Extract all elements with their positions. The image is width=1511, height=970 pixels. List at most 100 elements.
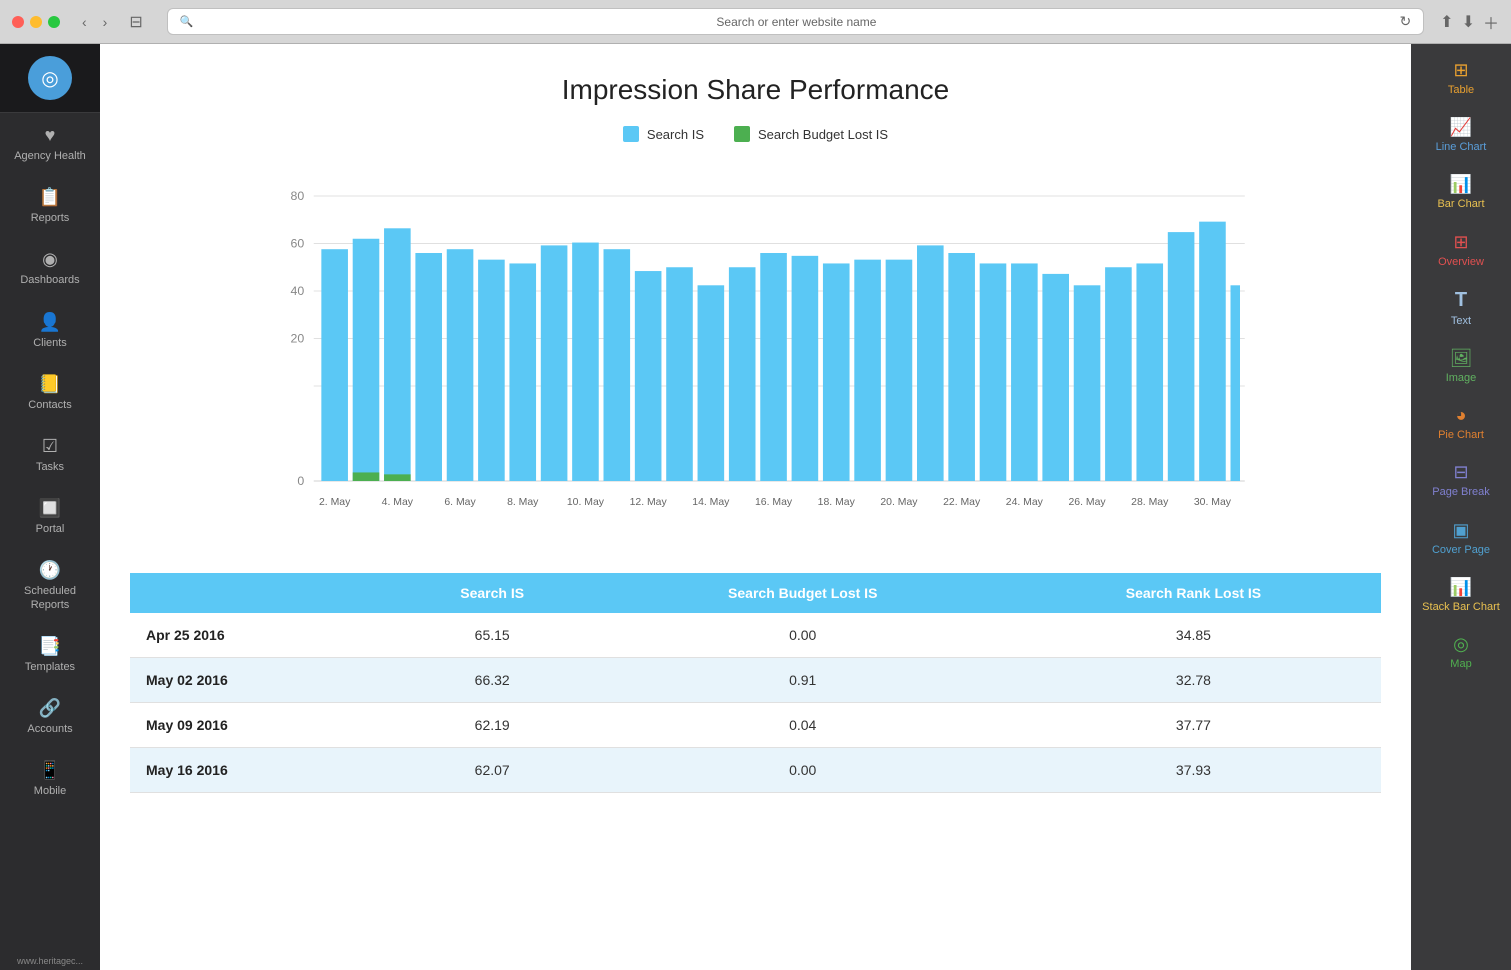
table-header-date [130,573,385,613]
svg-text:20. May: 20. May [880,497,918,508]
reload-button[interactable]: ↻ [1399,13,1411,30]
sidebar-item-templates[interactable]: 📑 Templates [0,624,100,686]
panel-item-map[interactable]: ◎ Map [1415,626,1507,679]
bar-7[interactable] [509,263,536,481]
bar-18[interactable] [854,260,881,481]
panel-item-bar-chart[interactable]: 📊 Bar Chart [1415,166,1507,219]
bar-12[interactable] [666,267,693,481]
bar-17[interactable] [823,263,850,481]
back-button[interactable]: ‹ [76,12,93,32]
maximize-button[interactable] [48,16,60,28]
table-cell-budget-lost: 0.00 [600,613,1006,658]
sidebar-item-agency-health[interactable]: ♥ Agency Health [0,113,100,175]
panel-label-line-chart: Line Chart [1436,141,1487,154]
window-toggle-button[interactable]: ⊟ [121,10,150,34]
panel-item-table[interactable]: ⊞ Table [1415,52,1507,105]
sidebar-item-dashboards[interactable]: ◉ Dashboards [0,237,100,299]
sidebar-item-clients[interactable]: 👤 Clients [0,300,100,362]
panel-item-line-chart[interactable]: 📈 Line Chart [1415,109,1507,162]
dashboards-icon: ◉ [42,249,58,270]
app-layout: ◎ ♥ Agency Health 📋 Reports ◉ Dashboards… [0,44,1511,970]
portal-icon: 🔲 [39,498,61,519]
bar-23[interactable] [1011,263,1038,481]
svg-text:4. May: 4. May [382,497,414,508]
bar-3-budget[interactable] [384,474,411,481]
bar-8[interactable] [541,245,568,481]
minimize-button[interactable] [30,16,42,28]
sidebar-item-scheduled-reports[interactable]: 🕐 Scheduled Reports [0,548,100,623]
url-bar[interactable]: 🔍 Search or enter website name ↻ [167,8,1424,35]
accounts-label: Accounts [27,723,72,736]
sidebar-item-tasks[interactable]: ☑ Tasks [0,424,100,486]
sidebar-item-accounts[interactable]: 🔗 Accounts [0,686,100,748]
table-cell-rank-lost: 34.85 [1006,613,1381,658]
bar-28[interactable] [1168,232,1195,481]
sidebar-item-reports[interactable]: 📋 Reports [0,175,100,237]
map-icon: ◎ [1453,634,1469,655]
bar-13[interactable] [698,285,725,481]
bar-4[interactable] [415,253,442,481]
bar-24[interactable] [1042,274,1069,481]
bar-10[interactable] [604,249,631,481]
bar-5[interactable] [447,249,474,481]
svg-text:60: 60 [291,236,305,250]
panel-item-cover-page[interactable]: ▣ Cover Page [1415,512,1507,565]
pie-chart-icon: ◕ [1456,405,1467,426]
sidebar-item-mobile[interactable]: 📱 Mobile [0,748,100,810]
panel-item-text[interactable]: T Text [1415,281,1507,336]
bar-6[interactable] [478,260,505,481]
bar-19[interactable] [886,260,913,481]
bar-21[interactable] [948,253,975,481]
bar-25[interactable] [1074,285,1101,481]
bar-20[interactable] [917,245,944,481]
bar-26[interactable] [1105,267,1132,481]
table-cell-search-is: 66.32 [385,658,600,703]
svg-text:2. May: 2. May [319,497,351,508]
legend-color-search-is [623,126,639,142]
bar-3[interactable] [384,228,411,481]
bar-29[interactable] [1199,222,1226,481]
share-button[interactable]: ⬆ [1440,12,1453,32]
tasks-label: Tasks [36,461,64,474]
sidebar-logo: ◎ [0,44,100,113]
svg-text:10. May: 10. May [567,497,605,508]
line-chart-icon: 📈 [1450,117,1472,138]
panel-label-table: Table [1448,84,1474,97]
sidebar-item-portal[interactable]: 🔲 Portal [0,486,100,548]
panel-item-overview[interactable]: ⊞ Overview [1415,224,1507,277]
panel-item-image[interactable]: 🖼 Image [1415,340,1507,393]
close-button[interactable] [12,16,24,28]
bar-2-budget[interactable] [353,472,380,481]
svg-text:6. May: 6. May [444,497,476,508]
traffic-lights [12,16,60,28]
clients-icon: 👤 [39,312,61,333]
table-cell-rank-lost: 37.77 [1006,703,1381,748]
panel-label-stack-bar-chart: Stack Bar Chart [1422,601,1500,614]
bar-15[interactable] [760,253,787,481]
table-header-search-is: Search IS [385,573,600,613]
bar-30[interactable] [1231,285,1241,481]
legend-label-search-is: Search IS [647,127,704,142]
panel-item-stack-bar-chart[interactable]: 📊 Stack Bar Chart [1415,569,1507,622]
panel-item-pie-chart[interactable]: ◕ Pie Chart [1415,397,1507,450]
bar-22[interactable] [980,263,1007,481]
table-cell-budget-lost: 0.91 [600,658,1006,703]
bar-16[interactable] [792,256,819,481]
bar-11[interactable] [635,271,662,481]
panel-label-cover-page: Cover Page [1432,544,1490,557]
svg-text:14. May: 14. May [692,497,730,508]
download-button[interactable]: ⬇ [1462,12,1475,32]
bar-27[interactable] [1136,263,1163,481]
panel-label-image: Image [1446,372,1477,385]
bar-1[interactable] [321,249,348,481]
svg-text:26. May: 26. May [1068,497,1106,508]
sidebar-item-contacts[interactable]: 📒 Contacts [0,362,100,424]
forward-button[interactable]: › [97,12,114,32]
table-cell-date: Apr 25 2016 [130,613,385,658]
add-tab-button[interactable]: ＋ [1483,10,1499,34]
bar-14[interactable] [729,267,756,481]
bar-2[interactable] [353,239,380,481]
panel-item-page-break[interactable]: ⊟ Page Break [1415,454,1507,507]
table-cell-search-is: 62.19 [385,703,600,748]
bar-9[interactable] [572,243,599,481]
